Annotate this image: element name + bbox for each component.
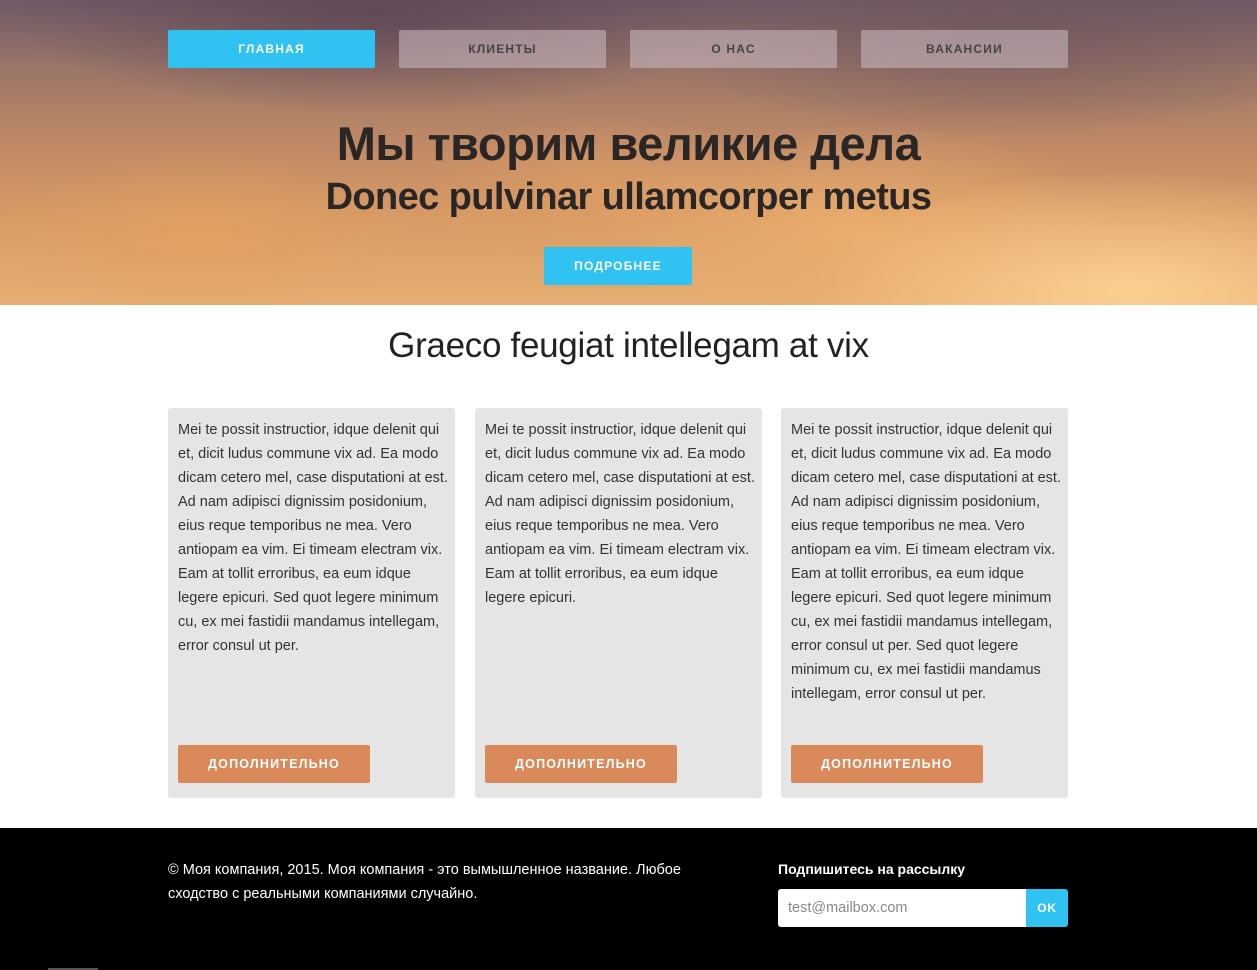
main-nav: ГЛАВНАЯ КЛИЕНТЫ О НАС ВАКАНСИИ bbox=[168, 30, 1068, 68]
hero-banner: ГЛАВНАЯ КЛИЕНТЫ О НАС ВАКАНСИИ Мы творим… bbox=[0, 0, 1257, 305]
hero-subtitle: Donec pulvinar ullamcorper metus bbox=[325, 176, 932, 218]
section-heading: Graeco feugiat intellegam at vix bbox=[388, 326, 869, 365]
newsletter-email-input[interactable] bbox=[778, 889, 1026, 927]
site-footer: © Моя компания, 2015. Моя компания - это… bbox=[0, 828, 1257, 970]
card-text: Mei te possit instructior, idque delenit… bbox=[178, 422, 448, 654]
hero-title: Мы творим великие дела bbox=[336, 117, 921, 170]
card-more-button[interactable]: ДОПОЛНИТЕЛЬНО bbox=[178, 745, 370, 783]
hero-more-button[interactable]: ПОДРОБНЕЕ bbox=[544, 247, 692, 285]
nav-about-button[interactable]: О НАС bbox=[630, 30, 837, 68]
footer-copyright: © Моя компания, 2015. Моя компания - это… bbox=[168, 862, 681, 902]
nav-home-button[interactable]: ГЛАВНАЯ bbox=[168, 30, 375, 68]
feature-card: Mei te possit instructior, idque delenit… bbox=[781, 408, 1068, 798]
feature-card: Mei te possit instructior, idque delenit… bbox=[168, 408, 455, 798]
feature-card: Mei te possit instructior, idque delenit… bbox=[475, 408, 762, 798]
card-more-button[interactable]: ДОПОЛНИТЕЛЬНО bbox=[791, 745, 983, 783]
card-more-button[interactable]: ДОПОЛНИТЕЛЬНО bbox=[485, 745, 677, 783]
newsletter-submit-button[interactable]: OK bbox=[1026, 889, 1068, 927]
nav-clients-button[interactable]: КЛИЕНТЫ bbox=[399, 30, 606, 68]
card-text: Mei te possit instructior, idque delenit… bbox=[791, 422, 1061, 702]
card-text: Mei te possit instructior, idque delenit… bbox=[485, 422, 755, 606]
newsletter-title: Подпишитесь на рассылку bbox=[778, 861, 966, 877]
nav-vacancies-button[interactable]: ВАКАНСИИ bbox=[861, 30, 1068, 68]
